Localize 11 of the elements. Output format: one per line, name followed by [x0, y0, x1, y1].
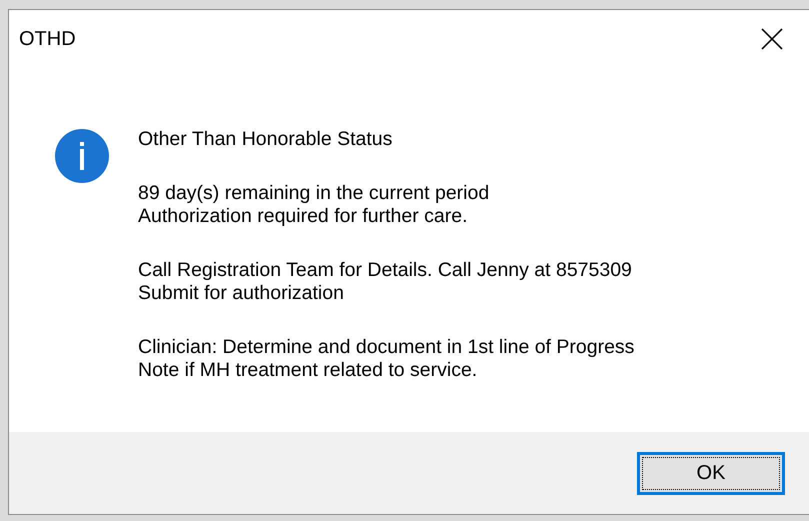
- message-line: Clinician: Determine and document in 1st line of Progress: [138, 336, 634, 359]
- message-line: 89 day(s) remaining in the current period: [138, 182, 490, 205]
- window-title: OTHD: [19, 28, 76, 50]
- message-line: Note if MH treatment related to service.: [138, 359, 478, 382]
- message-line: Authorization required for further care.: [138, 205, 469, 228]
- close-icon: [761, 28, 783, 50]
- message-line: Submit for authorization: [138, 282, 345, 305]
- ok-button[interactable]: OK: [637, 452, 785, 494]
- message-heading: Other Than Honorable Status: [138, 128, 394, 151]
- message-line: Call Registration Team for Details. Call Jenny at 8575309: [138, 259, 633, 282]
- information-icon: [54, 128, 110, 184]
